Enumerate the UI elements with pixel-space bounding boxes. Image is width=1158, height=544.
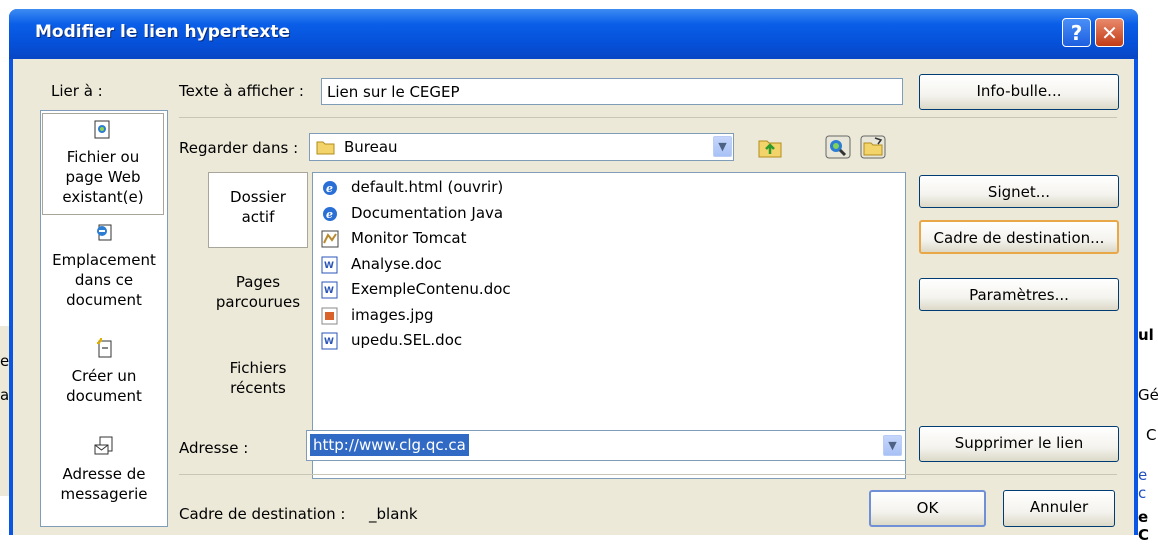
target-frame-label: Cadre de destination :	[179, 505, 346, 523]
tab-current-folder[interactable]: Dossier actif	[208, 172, 308, 248]
look-in-label: Regarder dans :	[179, 139, 299, 157]
background-text: Gér	[1138, 386, 1158, 404]
image-file-icon	[321, 307, 339, 325]
existing-file-icon	[43, 120, 163, 145]
svg-text:e: e	[326, 182, 333, 195]
chevron-down-icon[interactable]: ▼	[883, 435, 902, 456]
remove-link-button[interactable]: Supprimer le lien	[919, 426, 1119, 462]
browse-web-icon[interactable]	[823, 133, 855, 162]
new-document-icon	[41, 337, 167, 364]
look-in-combobox[interactable]: Bureau ▼	[309, 133, 734, 161]
background-text: e c	[1138, 466, 1148, 502]
dialog-body: Lier à : Fichier ou page Web existant(e)…	[13, 59, 1134, 535]
file-name: Analyse.doc	[351, 254, 442, 273]
display-text-label: Texte à afficher :	[179, 82, 304, 100]
close-button[interactable]: ✕	[1095, 18, 1124, 47]
help-button[interactable]: ?	[1062, 18, 1091, 47]
dialog-title: Modifier le lien hypertexte	[35, 22, 291, 42]
file-name: default.html (ouvrir)	[351, 178, 504, 196]
link-to-existing-file[interactable]: Fichier ou page Web existant(e)	[42, 113, 164, 215]
background-text: e C	[1138, 508, 1150, 544]
file-name: Documentation Java	[351, 203, 504, 222]
separator	[179, 474, 1117, 475]
svg-text:W: W	[324, 261, 334, 271]
browse-file-icon[interactable]	[858, 133, 890, 162]
title-bar[interactable]: Modifier le lien hypertexte ? ✕	[9, 9, 1138, 59]
ie-html-icon: e	[321, 179, 339, 197]
word-doc-icon: W	[321, 281, 339, 299]
link-to-bar: Fichier ou page Web existant(e) Emplacem…	[40, 110, 168, 527]
separator	[179, 117, 1117, 118]
file-name: images.jpg	[351, 305, 434, 324]
up-one-folder-icon[interactable]	[755, 133, 787, 162]
link-to-email-address[interactable]: Adresse de messagerie	[41, 435, 167, 504]
background-text: C	[1146, 426, 1157, 444]
screentip-button[interactable]: Info-bulle...	[919, 74, 1119, 110]
tomcat-shortcut-icon	[321, 230, 339, 248]
email-address-icon	[41, 435, 167, 462]
background-text: ul	[1138, 326, 1154, 344]
address-value: http://www.clg.qc.ca	[310, 434, 469, 456]
bookmark-button[interactable]: Signet...	[919, 175, 1119, 208]
word-doc-icon: W	[321, 256, 339, 274]
link-to-new-document[interactable]: Créer un document	[41, 337, 167, 406]
file-name: Monitor Tomcat	[351, 229, 467, 247]
address-combobox[interactable]: http://www.clg.qc.ca ▼	[306, 430, 906, 461]
target-frame-button[interactable]: Cadre de destination...	[919, 220, 1119, 254]
link-to-place-in-document[interactable]: Emplacement dans ce document	[41, 223, 167, 310]
display-text-input[interactable]: Lien sur le CEGEP	[321, 78, 903, 105]
background-text: a	[0, 386, 10, 404]
ie-shortcut-icon: e	[321, 205, 339, 223]
folder-icon	[316, 139, 336, 159]
target-frame-value: _blank	[369, 505, 418, 523]
browse-tabs: Dossier actif Pages parcourues Fichiers réc…	[208, 172, 312, 477]
cancel-button[interactable]: Annuler	[1003, 490, 1115, 527]
background-text: e	[0, 352, 10, 370]
tab-browsed-pages[interactable]: Pages parcourues	[208, 272, 308, 312]
svg-text:W: W	[324, 337, 334, 347]
svg-text:e: e	[326, 208, 333, 221]
chevron-down-icon[interactable]: ▼	[713, 136, 732, 157]
word-doc-icon: W	[321, 332, 339, 350]
tab-recent-files[interactable]: Fichiers récents	[208, 358, 308, 398]
hyperlink-dialog: Modifier le lien hypertexte ? ✕ Lier à :…	[9, 9, 1138, 535]
place-in-document-icon	[41, 223, 167, 248]
parameters-button[interactable]: Paramètres...	[919, 278, 1119, 311]
file-name: upedu.SEL.doc	[351, 331, 463, 349]
address-label: Adresse :	[179, 439, 249, 457]
ok-button[interactable]: OK	[869, 490, 986, 527]
link-to-label: Lier à :	[51, 82, 103, 100]
svg-text:W: W	[324, 286, 334, 296]
file-name: ExempleContenu.doc	[351, 280, 511, 298]
